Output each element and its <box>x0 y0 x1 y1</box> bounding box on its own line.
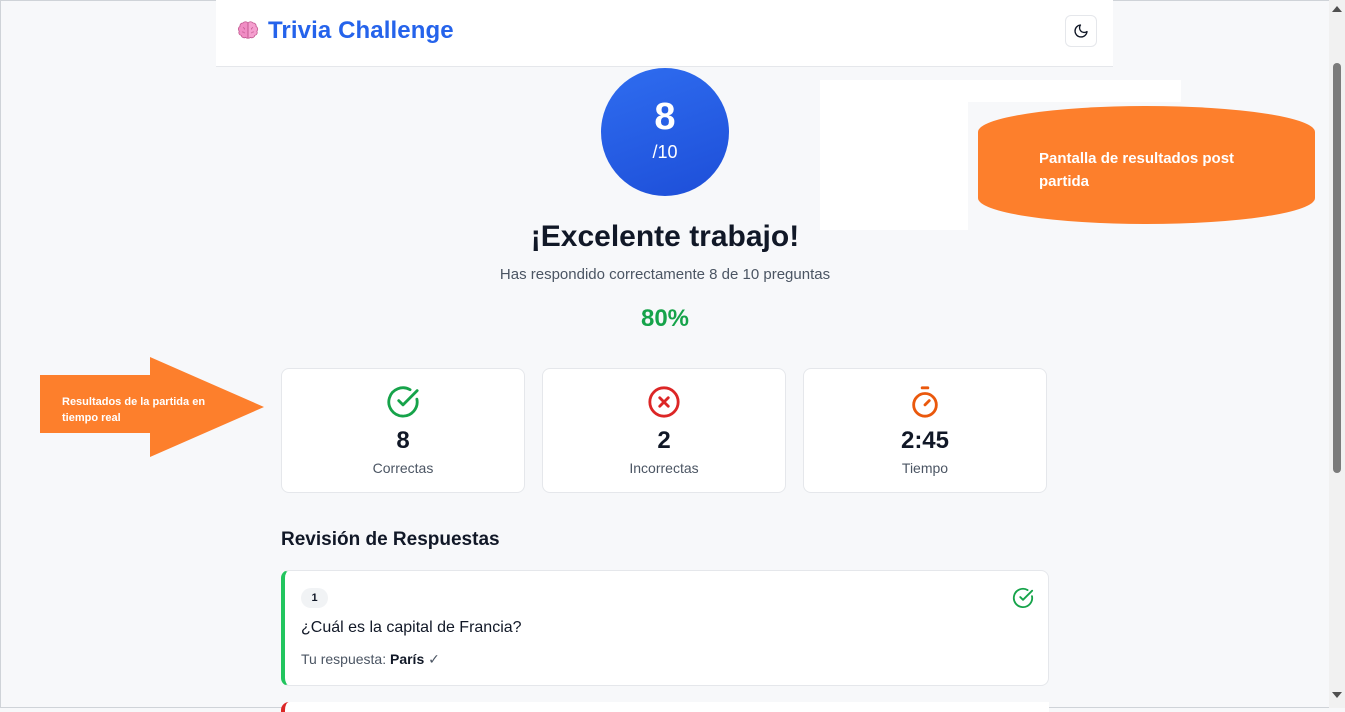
answer-mark: ✓ <box>428 651 440 667</box>
review-title: Revisión de Respuestas <box>281 529 500 550</box>
callout-text: Pantalla de resultados post partida <box>1039 150 1235 190</box>
check-circle-icon <box>387 386 419 418</box>
stat-value: 2:45 <box>900 427 950 454</box>
stat-label: Incorrectas <box>629 460 699 476</box>
score-circle: 8 /10 <box>601 68 729 196</box>
review-item-next[interactable] <box>281 702 1049 712</box>
review-item[interactable]: 1 ¿Cuál es la capital de Francia? Tu res… <box>281 570 1049 686</box>
arrow-text: Resultados de la partida en tiempo real <box>62 396 206 424</box>
check-circle-icon <box>1012 587 1034 608</box>
app-header: Trivia Challenge <box>216 0 1113 67</box>
stat-label: Tiempo <box>901 460 949 476</box>
score-value: 8 <box>654 96 676 138</box>
annotation-callout: Pantalla de resultados post partida <box>978 106 1315 224</box>
result-headline: ¡Excelente trabajo! <box>530 220 800 253</box>
stat-value: 8 <box>396 427 410 454</box>
stat-card-correct: 8 Correctas <box>281 368 525 493</box>
stat-label: Correctas <box>372 460 434 476</box>
answer-line: Tu respuesta: París ✓ <box>301 651 440 668</box>
question-number-badge: 1 <box>301 588 328 608</box>
scroll-thumb[interactable] <box>1333 63 1341 473</box>
theme-toggle-button[interactable] <box>1065 15 1097 47</box>
stat-value: 2 <box>657 427 671 454</box>
brain-icon <box>237 21 259 39</box>
moon-icon <box>1074 24 1088 38</box>
x-circle-icon <box>648 386 680 418</box>
stopwatch-icon <box>912 386 938 418</box>
annotation-backdrop <box>820 80 968 230</box>
question-text: ¿Cuál es la capital de Francia? <box>301 619 522 636</box>
app-title: Trivia Challenge <box>268 17 454 44</box>
scroll-down-icon[interactable] <box>1332 692 1342 698</box>
vertical-scrollbar[interactable] <box>1329 0 1345 708</box>
answer-value: París <box>389 651 425 667</box>
brand[interactable]: Trivia Challenge <box>236 17 454 45</box>
stat-card-time: 2:45 Tiempo <box>803 368 1047 493</box>
stat-card-incorrect: 2 Incorrectas <box>542 368 786 493</box>
result-subline: Has respondido correctamente 8 de 10 pre… <box>499 266 831 283</box>
score-total: /10 <box>652 142 678 162</box>
result-percent: 80% <box>640 305 690 332</box>
scroll-up-icon[interactable] <box>1332 6 1342 12</box>
answer-prefix: Tu respuesta: <box>301 651 387 667</box>
